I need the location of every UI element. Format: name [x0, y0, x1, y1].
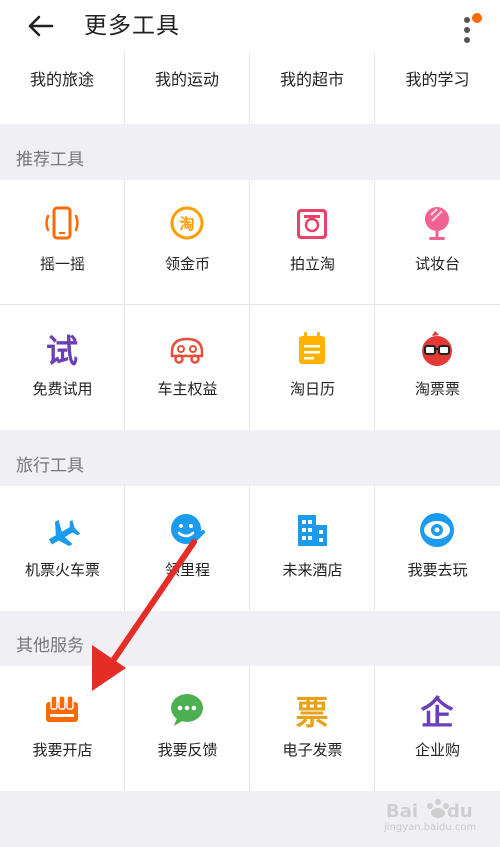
- tool-label: 淘票票: [414, 380, 460, 398]
- tool-label: 我要去玩: [407, 561, 468, 579]
- travel-tools-grid: 机票火车票 领里程 未来酒店 我要去玩: [0, 486, 500, 611]
- tool-label: 我要反馈: [157, 741, 218, 759]
- page-title: 更多工具: [84, 13, 180, 39]
- movie-ticket-icon: [422, 331, 452, 366]
- tool-label: 未来酒店: [282, 561, 343, 579]
- mileage-icon: [171, 514, 205, 544]
- tool-label: 拍立淘: [289, 255, 335, 273]
- tool-label: 企业购: [414, 741, 460, 759]
- eye-icon: [420, 513, 454, 547]
- trial-icon: 试: [46, 332, 78, 369]
- airplane-icon: [48, 519, 81, 547]
- tool-e-invoice[interactable]: 票 电子发票: [250, 666, 375, 791]
- my-tools-row: 我的旅途 我的运动 我的超市 我的学习: [0, 52, 500, 124]
- arrow-left-icon[interactable]: [22, 10, 56, 42]
- tool-shake[interactable]: 摇一摇: [0, 180, 125, 305]
- tool-go-play[interactable]: 我要去玩: [375, 486, 500, 611]
- tool-label: 淘日历: [289, 380, 335, 398]
- tool-label: 电子发票: [282, 741, 343, 759]
- tool-label: 试妆台: [414, 255, 460, 273]
- tool-label: 摇一摇: [39, 255, 85, 273]
- tool-future-hotel[interactable]: 未来酒店: [250, 486, 375, 611]
- tool-label: 免费试用: [32, 380, 93, 398]
- other-services-grid: 我要开店 我要反馈 票 电子发票 企 企业购: [0, 666, 500, 791]
- top-item-sports[interactable]: 我的运动: [125, 52, 250, 124]
- tool-flights-trains[interactable]: 机票火车票: [0, 486, 125, 611]
- more-vertical-icon[interactable]: [456, 10, 490, 44]
- tool-photo-search[interactable]: 拍立淘: [250, 180, 375, 305]
- tool-label: 机票火车票: [24, 561, 100, 579]
- tool-label: 领里程: [164, 561, 210, 579]
- mirror-icon: [425, 207, 449, 240]
- hotel-icon: [298, 515, 327, 546]
- section-title-recommended: 推荐工具: [16, 150, 84, 170]
- shop-icon: [46, 695, 78, 722]
- tool-mileage[interactable]: 领里程: [125, 486, 250, 611]
- tool-gold-coin[interactable]: 淘 领金币: [125, 180, 250, 305]
- top-item-market[interactable]: 我的超市: [250, 52, 375, 124]
- car-icon: [170, 337, 204, 364]
- enterprise-icon: 企: [421, 693, 455, 730]
- gold-coin-icon: 淘: [170, 206, 204, 240]
- tool-enterprise-purchase[interactable]: 企 企业购: [375, 666, 500, 791]
- invoice-icon: 票: [296, 693, 329, 730]
- svg-text:Bai: Bai: [386, 801, 418, 822]
- feedback-icon: [171, 694, 203, 726]
- tool-calendar[interactable]: 淘日历: [250, 305, 375, 430]
- section-title-travel: 旅行工具: [16, 456, 84, 476]
- camera-icon: [297, 209, 327, 239]
- shake-phone-icon: [45, 206, 79, 240]
- svg-text:票: 票: [296, 693, 329, 730]
- tool-label: 我要开店: [32, 741, 93, 759]
- calendar-icon: [299, 332, 325, 364]
- notification-dot: [472, 13, 482, 23]
- tool-makeup[interactable]: 试妆台: [375, 180, 500, 305]
- svg-text:淘: 淘: [178, 215, 194, 233]
- tool-car-owner[interactable]: 车主权益: [125, 305, 250, 430]
- section-title-other: 其他服务: [16, 636, 84, 656]
- tool-label: 领金币: [164, 255, 210, 273]
- svg-text:du: du: [447, 801, 473, 822]
- top-item-travel[interactable]: 我的旅途: [0, 52, 125, 124]
- tool-label: 车主权益: [157, 380, 218, 398]
- svg-text:企: 企: [421, 693, 455, 730]
- recommended-tools-grid: 摇一摇 淘 领金币 拍立淘 试妆台 试 免费试用 车主权益 淘日历 淘票票: [0, 180, 500, 430]
- tool-open-shop[interactable]: 我要开店: [0, 666, 125, 791]
- app-header: 更多工具: [0, 0, 500, 52]
- tool-feedback[interactable]: 我要反馈: [125, 666, 250, 791]
- tool-movie-ticket[interactable]: 淘票票: [375, 305, 500, 430]
- top-item-study[interactable]: 我的学习: [375, 52, 500, 124]
- watermark-url: jingyan.baidu.com: [384, 822, 477, 833]
- svg-text:试: 试: [46, 332, 78, 369]
- tool-free-trial[interactable]: 试 免费试用: [0, 305, 125, 430]
